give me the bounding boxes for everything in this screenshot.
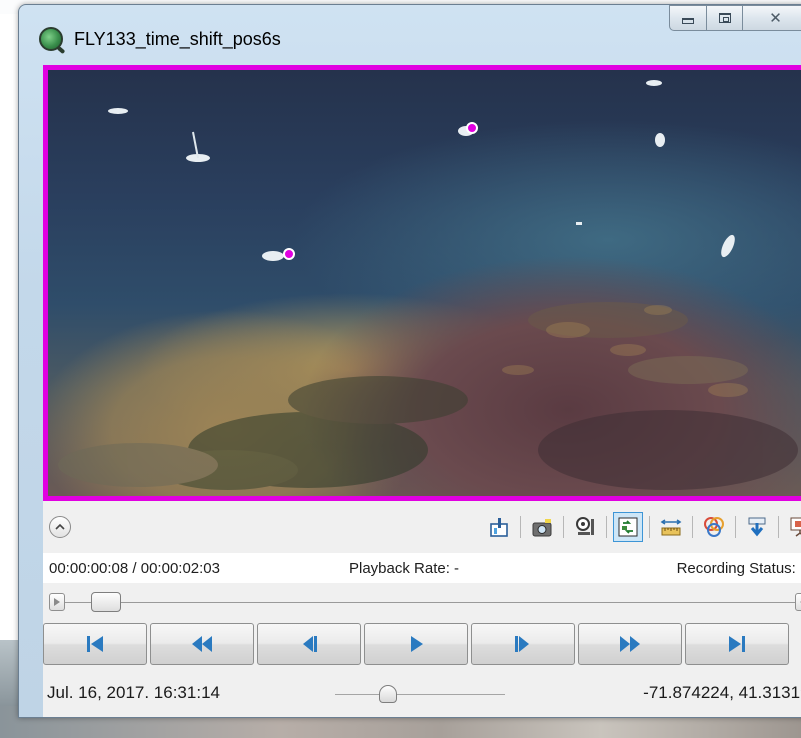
maximize-icon xyxy=(718,13,731,23)
time-readout: 00:00:00:08 / 00:00:02:03 xyxy=(49,560,220,577)
download-button[interactable] xyxy=(742,512,772,542)
toolbar-separator xyxy=(520,516,521,538)
skip-to-end-icon xyxy=(729,636,745,652)
playback-rate: Playback Rate: - xyxy=(349,560,460,577)
map-sync-button[interactable] xyxy=(613,512,643,542)
close-button[interactable]: ✕ xyxy=(743,5,801,31)
status-row: 00:00:00:08 / 00:00:02:03 Playback Rate:… xyxy=(43,553,801,583)
fast-rewind-button[interactable] xyxy=(150,623,254,665)
play-button[interactable] xyxy=(364,623,468,665)
client-area: 00:00:00:08 / 00:00:02:03 Playback Rate:… xyxy=(43,65,801,717)
skip-to-start-icon xyxy=(87,636,103,652)
fast-rewind-icon xyxy=(192,636,212,652)
measure-icon xyxy=(660,519,682,536)
measure-button[interactable] xyxy=(656,512,686,542)
map-sync-icon xyxy=(618,517,638,537)
color-filter-button[interactable] xyxy=(699,512,729,542)
transport-controls xyxy=(43,623,801,667)
collapse-button[interactable] xyxy=(49,516,71,538)
tool-icons xyxy=(482,510,801,544)
minimize-button[interactable] xyxy=(669,5,707,31)
fast-forward-button[interactable] xyxy=(578,623,682,665)
aerial-video-image xyxy=(58,80,798,490)
toolbar-separator xyxy=(649,516,650,538)
video-player-window: FLY133_time_shift_pos6s ✕ 00:00:00:08 / … xyxy=(18,4,801,718)
close-icon: ✕ xyxy=(769,9,782,27)
track-icon xyxy=(576,517,594,535)
video-frame[interactable] xyxy=(43,65,801,501)
zoom-slider-thumb[interactable] xyxy=(379,685,397,703)
step-back-button[interactable] xyxy=(257,623,361,665)
color-filter-icon xyxy=(704,517,724,537)
track-marker xyxy=(466,122,478,134)
toolbar-separator xyxy=(778,516,779,538)
step-back-icon xyxy=(303,636,317,652)
recording-status: Recording Status: xyxy=(676,560,796,577)
timeline-slider[interactable] xyxy=(43,587,801,617)
zoom-slider-rail[interactable] xyxy=(335,694,505,695)
maximize-button[interactable] xyxy=(707,5,743,31)
play-icon xyxy=(411,636,423,652)
fast-forward-icon xyxy=(620,636,640,652)
caption-buttons: ✕ xyxy=(669,5,801,33)
export-button[interactable] xyxy=(484,512,514,542)
step-forward-button[interactable] xyxy=(471,623,575,665)
timeline-end-button[interactable] xyxy=(795,593,801,611)
frame-datetime: Jul. 16, 2017. 16:31:14 xyxy=(47,683,220,702)
qgis-icon xyxy=(39,27,63,51)
timeline-rail xyxy=(57,602,801,603)
toolbar-separator xyxy=(692,516,693,538)
download-icon xyxy=(748,517,766,537)
title-bar[interactable]: FLY133_time_shift_pos6s ✕ xyxy=(19,5,801,65)
cursor-coordinates: -71.874224, 41.313194 xyxy=(643,683,801,702)
timeline-thumb[interactable] xyxy=(91,592,121,612)
recording-status-wrap: Recording Status: xyxy=(677,560,801,577)
player-toolbar xyxy=(43,501,801,551)
skip-to-end-button[interactable] xyxy=(685,623,789,665)
minimize-icon xyxy=(682,18,694,24)
toolbar-separator xyxy=(563,516,564,538)
presentation-icon xyxy=(790,517,801,537)
info-bar: Jul. 16, 2017. 16:31:14 -71.874224, 41.3… xyxy=(43,671,801,713)
toolbar-separator xyxy=(606,516,607,538)
step-forward-icon xyxy=(515,636,529,652)
skip-to-start-button[interactable] xyxy=(43,623,147,665)
track-button[interactable] xyxy=(570,512,600,542)
chevron-up-icon xyxy=(55,523,65,530)
toolbar-separator xyxy=(735,516,736,538)
triangle-right-icon xyxy=(54,598,60,606)
camera-icon xyxy=(532,519,552,537)
timeline-start-button[interactable] xyxy=(49,593,65,611)
export-icon xyxy=(490,518,508,537)
track-marker xyxy=(283,248,295,260)
window-title: FLY133_time_shift_pos6s xyxy=(74,29,281,49)
presentation-button[interactable] xyxy=(785,512,801,542)
snapshot-button[interactable] xyxy=(527,512,557,542)
